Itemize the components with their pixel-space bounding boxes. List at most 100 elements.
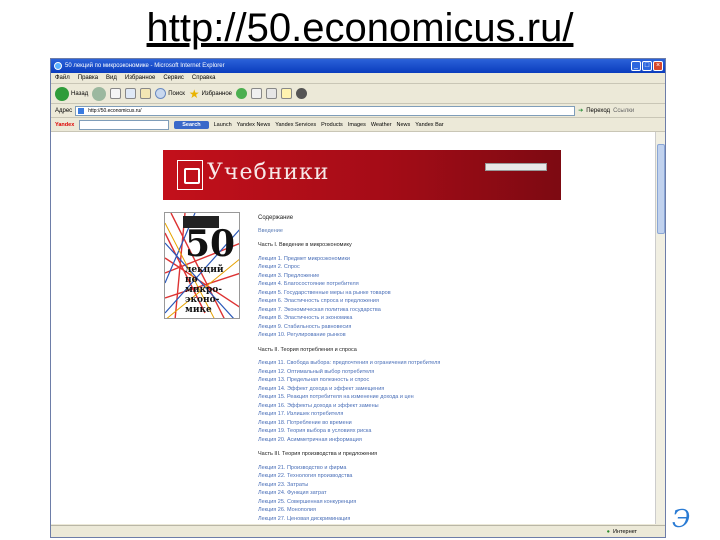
yandex-item-launch[interactable]: Launch <box>214 122 232 128</box>
search-button[interactable]: Поиск <box>155 88 185 99</box>
toc-lecture-link[interactable]: Лекция 27. Ценовая дискриминация <box>258 515 558 524</box>
book-cover: 50 лекций по микро- эконо- мике <box>164 212 240 319</box>
close-button[interactable]: × <box>653 61 663 71</box>
toc-lecture-link[interactable]: Лекция 2. Спрос <box>258 263 558 272</box>
stop-icon[interactable] <box>110 88 122 99</box>
go-arrow-icon[interactable]: ➔ <box>578 107 583 114</box>
browser-window: 50 лекций по микроэкономике - Microsoft … <box>50 58 666 538</box>
forward-icon[interactable] <box>92 86 107 101</box>
site-banner: Учебники <box>163 150 561 200</box>
banner-word: Учебники <box>207 160 330 185</box>
toc-lecture-link[interactable]: Лекция 14. Эффект дохода и эффект замеще… <box>258 385 558 394</box>
menu-bar: Файл Правка Вид Избранное Сервис Справка <box>51 73 665 84</box>
toc-lecture-link[interactable]: Лекция 23. Затраты <box>258 481 558 490</box>
toc-part-title: Часть III. Теория производства и предлож… <box>258 451 378 457</box>
toc-lecture-link[interactable]: Лекция 18. Потребление во времени <box>258 419 558 428</box>
internet-zone-icon: ● <box>606 528 610 535</box>
standard-toolbar: Назад Поиск ★ Избранное <box>51 84 665 104</box>
toc-part-title: Часть I. Введение в микроэкономику <box>258 242 352 248</box>
address-input[interactable]: http://50.economicus.ru/ <box>75 105 576 116</box>
toc-lecture-link[interactable]: Лекция 12. Оптимальный выбор потребителя <box>258 368 558 377</box>
back-button[interactable]: Назад <box>55 86 89 101</box>
back-arrow-icon <box>55 86 69 101</box>
favorites-button[interactable]: ★ Избранное <box>189 87 232 101</box>
menu-view[interactable]: Вид <box>106 75 117 81</box>
links-label[interactable]: Ссылки <box>613 108 634 114</box>
yandex-item-services[interactable]: Yandex Services <box>275 122 316 128</box>
vertical-scrollbar[interactable] <box>655 132 665 524</box>
book-word: эконо- <box>185 295 220 305</box>
toc-lecture-link[interactable]: Лекция 26. Монополия <box>258 506 558 515</box>
mail-icon[interactable] <box>251 88 263 99</box>
home-icon[interactable] <box>140 88 152 99</box>
toc-lecture-link[interactable]: Лекция 5. Государственные меры на рынке … <box>258 289 558 298</box>
slide-title: http://50.economicus.ru/ <box>146 6 574 50</box>
book-word: мике <box>185 305 212 315</box>
window-titlebar: 50 лекций по микроэкономике - Microsoft … <box>51 59 665 73</box>
ie-icon <box>54 62 62 70</box>
toc-lecture-link[interactable]: Лекция 28. Монополистическая конкуренция <box>258 523 558 524</box>
book-number: 50 <box>185 223 236 265</box>
site-logo-icon[interactable] <box>177 160 203 190</box>
yandex-item-bar[interactable]: Yandex Bar <box>415 122 443 128</box>
toc-heading: Содержание <box>258 215 294 221</box>
address-bar: Адрес http://50.economicus.ru/ ➔ Переход… <box>51 104 665 118</box>
toc-part-title: Часть II. Теория потребления и спроса <box>258 346 357 353</box>
toc-lecture-link[interactable]: Лекция 25. Совершенная конкуренция <box>258 498 558 507</box>
toc-lecture-link[interactable]: Лекция 15. Реакция потребителя на измене… <box>258 393 558 402</box>
window-title: 50 лекций по микроэкономике - Microsoft … <box>65 63 225 69</box>
refresh-icon[interactable] <box>125 88 137 99</box>
toc-lecture-link[interactable]: Лекция 19. Теория выбора в условиях риск… <box>258 427 558 436</box>
yandex-search-button[interactable]: Search <box>174 120 209 129</box>
toc-lecture-link[interactable]: Лекция 10. Регулирование рынков <box>258 331 558 340</box>
toc-lecture-link[interactable]: Лекция 4. Благосостояние потребителя <box>258 280 558 289</box>
yandex-item-news[interactable]: Yandex News <box>237 122 271 128</box>
menu-tools[interactable]: Сервис <box>163 75 184 81</box>
yandex-brand[interactable]: Yandex <box>55 122 74 128</box>
toc-lecture-link[interactable]: Лекция 3. Предложение <box>258 272 558 281</box>
history-icon[interactable] <box>236 88 248 99</box>
menu-help[interactable]: Справка <box>192 75 216 81</box>
yandex-item-news2[interactable]: News <box>397 122 411 128</box>
toc-lecture-link[interactable]: Лекция 8. Эластичность и экономика <box>258 314 558 323</box>
folder-icon[interactable] <box>281 88 293 99</box>
toc-lecture-link[interactable]: Лекция 13. Предельная полезность и спрос <box>258 376 558 385</box>
toc-intro-link[interactable]: Введение <box>258 227 558 236</box>
favorites-label: Избранное <box>201 90 233 97</box>
toc-lecture-link[interactable]: Лекция 24. Функция затрат <box>258 489 558 498</box>
address-label: Адрес <box>55 107 73 114</box>
search-label: Поиск <box>168 90 185 97</box>
print-icon[interactable] <box>266 88 278 99</box>
menu-favorites[interactable]: Избранное <box>125 75 155 81</box>
maximize-button[interactable]: □ <box>642 61 652 71</box>
toc-lecture-link[interactable]: Лекция 22. Технология производства <box>258 472 558 481</box>
corner-logo-icon: Э <box>672 505 691 533</box>
back-label: Назад <box>71 90 89 97</box>
yandex-item-images[interactable]: Images <box>348 122 366 128</box>
table-of-contents: Содержание Введение Часть I. Введение в … <box>258 214 558 524</box>
menu-edit[interactable]: Правка <box>78 75 98 81</box>
toc-lecture-link[interactable]: Лекция 9. Стабильность равновесия <box>258 323 558 332</box>
toc-lecture-link[interactable]: Лекция 1. Предмет микроэкономики <box>258 255 558 264</box>
banner-search-input[interactable] <box>485 163 547 171</box>
toc-lecture-link[interactable]: Лекция 6. Эластичность спроса и предложе… <box>258 297 558 306</box>
toc-lecture-link[interactable]: Лекция 21. Производство и фирма <box>258 464 558 473</box>
menu-file[interactable]: Файл <box>55 75 70 81</box>
toc-lecture-link[interactable]: Лекция 16. Эффекты дохода и эффект замен… <box>258 402 558 411</box>
yandex-item-products[interactable]: Products <box>321 122 343 128</box>
toc-lecture-link[interactable]: Лекция 17. Излишек потребителя <box>258 410 558 419</box>
minimize-button[interactable]: _ <box>631 61 641 71</box>
status-zone: Интернет <box>613 528 637 535</box>
star-icon: ★ <box>188 86 200 101</box>
yandex-search-input[interactable] <box>79 119 170 130</box>
messenger-icon[interactable] <box>296 88 308 99</box>
yandex-item-weather[interactable]: Weather <box>371 122 392 128</box>
scroll-thumb[interactable] <box>657 144 665 234</box>
toc-lecture-link[interactable]: Лекция 11. Свобода выбора: предпочтения … <box>258 359 558 368</box>
toc-lecture-link[interactable]: Лекция 20. Асимметричная информация <box>258 436 558 445</box>
yandex-toolbar: Yandex Search Launch Yandex News Yandex … <box>51 118 665 132</box>
book-word: лекций <box>185 265 224 275</box>
toc-lecture-link[interactable]: Лекция 7. Экономическая политика государ… <box>258 306 558 315</box>
book-word: микро- <box>185 285 223 295</box>
go-button[interactable]: Переход <box>586 108 610 114</box>
